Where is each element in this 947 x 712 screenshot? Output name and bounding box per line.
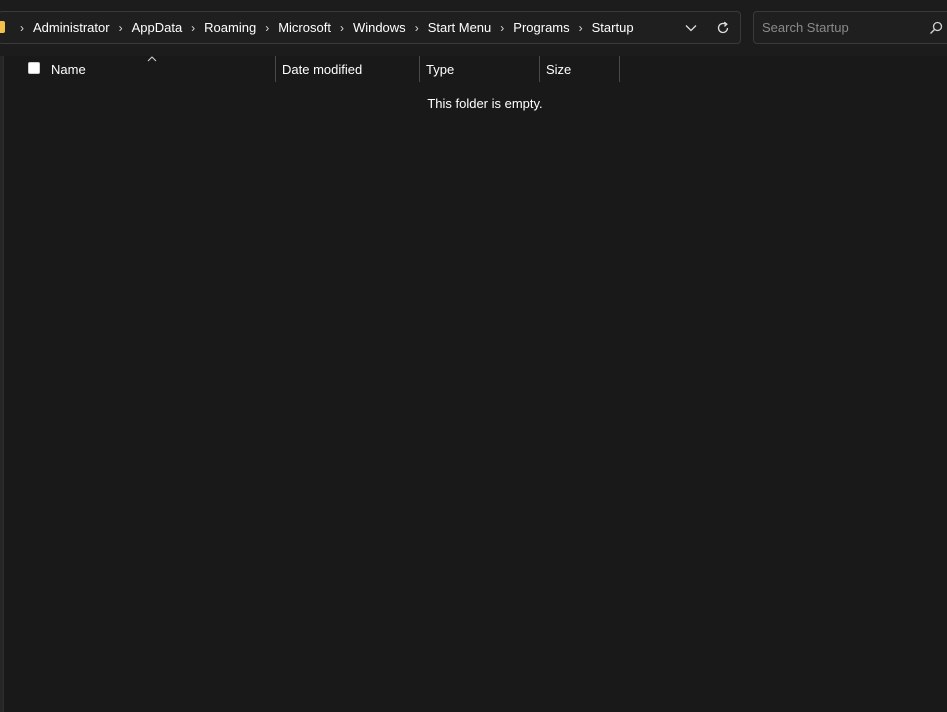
column-divider[interactable] [419, 56, 420, 82]
chevron-right-icon[interactable]: › [15, 21, 29, 35]
refresh-icon [717, 21, 729, 34]
breadcrumb: › Administrator › AppData › Roaming › Mi… [11, 12, 634, 43]
column-header-date-modified[interactable]: Date modified [282, 56, 419, 82]
select-all-checkbox[interactable] [28, 62, 40, 74]
column-header-size[interactable]: Size [546, 56, 619, 82]
folder-icon [0, 21, 5, 33]
column-divider[interactable] [619, 56, 620, 82]
chevron-right-icon[interactable]: › [114, 21, 128, 35]
address-bar[interactable]: › Administrator › AppData › Roaming › Mi… [0, 11, 741, 44]
column-header-type-label: Type [426, 61, 455, 77]
navigation-bar: › Administrator › AppData › Roaming › Mi… [0, 0, 947, 56]
search-box[interactable] [753, 11, 947, 44]
column-header-size-label: Size [546, 61, 572, 77]
history-dropdown-button[interactable] [680, 17, 702, 39]
chevron-down-icon [685, 25, 697, 32]
column-header-name[interactable]: Name [51, 56, 275, 82]
breadcrumb-item-appdata[interactable]: AppData [132, 20, 183, 35]
column-divider[interactable] [539, 56, 540, 82]
empty-folder-message: This folder is empty. [427, 96, 543, 111]
search-input[interactable] [762, 12, 922, 43]
breadcrumb-item-startup[interactable]: Startup [592, 20, 634, 35]
navigation-pane-edge [0, 56, 4, 712]
chevron-right-icon[interactable]: › [495, 21, 509, 35]
column-header-name-label: Name [51, 61, 86, 77]
chevron-right-icon[interactable]: › [186, 21, 200, 35]
column-header-date-modified-label: Date modified [282, 61, 363, 77]
search-icon[interactable] [928, 20, 944, 36]
breadcrumb-item-administrator[interactable]: Administrator [33, 20, 110, 35]
breadcrumb-item-windows[interactable]: Windows [353, 20, 406, 35]
column-header-row: Name Date modified Type Size [0, 56, 947, 82]
breadcrumb-item-roaming[interactable]: Roaming [204, 20, 256, 35]
chevron-right-icon[interactable]: › [335, 21, 349, 35]
breadcrumb-item-start-menu[interactable]: Start Menu [428, 20, 492, 35]
column-divider[interactable] [275, 56, 276, 82]
chevron-right-icon[interactable]: › [260, 21, 274, 35]
breadcrumb-item-microsoft[interactable]: Microsoft [278, 20, 331, 35]
chevron-right-icon[interactable]: › [410, 21, 424, 35]
refresh-button[interactable] [712, 17, 734, 39]
breadcrumb-item-programs[interactable]: Programs [513, 20, 569, 35]
chevron-right-icon[interactable]: › [574, 21, 588, 35]
column-header-type[interactable]: Type [426, 56, 539, 82]
